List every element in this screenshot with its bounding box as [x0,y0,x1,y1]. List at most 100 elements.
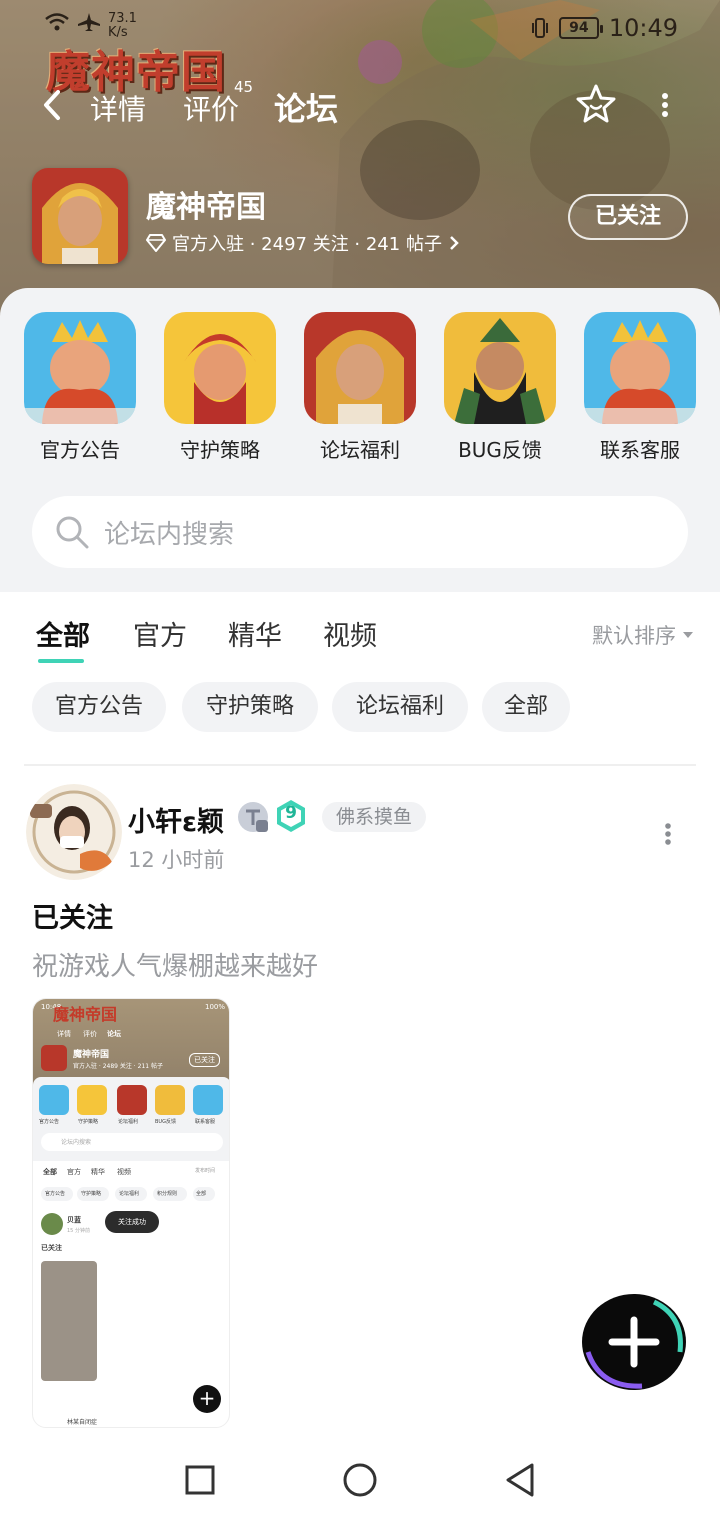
search-placeholder: 论坛内搜索 [104,519,235,550]
wifi-icon [45,13,69,31]
category-chips: 官方公告 守护策略 论坛福利 全部 [32,682,692,734]
shortcut-label: 守护策略 [180,438,260,462]
screenshot-shortcut-icon [39,1085,69,1115]
chip-strategy[interactable]: 守护策略 [182,682,318,732]
screenshot-tab: 论坛 [107,1030,121,1038]
back-arrow-icon[interactable] [38,88,68,122]
game-meta-text: 官方入驻 · 2497 关注 · 241 帖子 [172,234,442,255]
airplane-icon [78,13,100,31]
filter-tab-video[interactable]: 视频 [323,614,377,653]
screenshot-shortcut-label: 论坛福利 [118,1119,139,1125]
screenshot-plus-icon: + [193,1385,221,1413]
post-time: 12 小时前 [128,848,225,872]
post-title[interactable]: 已关注 [32,896,113,935]
screenshot-shortcut-label: BUG反馈 [155,1119,176,1125]
battery-indicator: 94 [558,17,603,39]
screenshot-shortcut-label: 官方公告 [39,1119,60,1125]
screenshot-avatar [41,1213,63,1235]
shortcut-label: 联系客服 [600,438,680,462]
warrior-portrait-icon [164,312,276,424]
post-filter-tabs: 全部 官方 精华 视频 默认排序 [0,592,720,672]
screenshot-logo: 魔神帝国 [53,1005,118,1024]
screenshot-filter-tab: 视频 [117,1168,131,1176]
screenshot-next-author: 林某自闭症 [67,1419,98,1426]
emperor-portrait-icon [32,168,128,264]
screenshot-filter-tab: 全部 [43,1168,57,1176]
screenshot-game-icon [41,1045,67,1071]
review-count-badge: 45 [234,78,254,96]
screenshot-search-placeholder: 论坛内搜索 [61,1139,92,1146]
screenshot-post-title: 已关注 [41,1244,62,1252]
verified-t-badge-icon [238,802,268,832]
avatar[interactable] [26,784,122,880]
screenshot-filter-tab: 精华 [91,1168,105,1176]
general-portrait-icon [444,312,556,424]
shortcut-row: 官方公告 守护策略 论坛福利 BUG反馈 联系客服 [24,312,704,472]
chip-benefits[interactable]: 论坛福利 [332,682,468,732]
tab-reviews[interactable]: 评价 [183,88,239,128]
shortcut-label: 论坛福利 [320,438,400,462]
screenshot-game-name: 魔神帝国 [73,1050,110,1060]
king-portrait-icon [24,312,136,424]
game-title: 魔神帝国 [146,190,266,225]
net-speed-value: 73.1 [108,11,137,26]
section-divider [24,764,696,766]
screenshot-shortcut-icon [193,1085,223,1115]
post-body[interactable]: 祝游戏人气爆棚越来越好 [32,946,318,983]
screenshot-filter-tab: 官方 [67,1168,81,1176]
screenshot-tab: 详情 [57,1030,71,1038]
recent-apps-icon[interactable] [182,1462,218,1498]
shortcut-official-notice[interactable]: 官方公告 [24,312,136,463]
diamond-icon [146,234,166,252]
status-time: 10:49 [608,14,678,42]
chip-official-notice[interactable]: 官方公告 [32,682,166,732]
filter-tab-featured[interactable]: 精华 [228,614,282,653]
screenshot-shortcut-icon [155,1085,185,1115]
shortcut-strategy[interactable]: 守护策略 [164,312,276,463]
screenshot-post-time: 15 分钟前 [67,1228,90,1234]
game-icon[interactable] [32,168,128,264]
caret-down-icon [683,632,693,638]
shortcut-bug-feedback[interactable]: BUG反馈 [444,312,556,463]
king-portrait-icon [584,312,696,424]
screenshot-sort: 发布时间 [195,1168,216,1174]
system-nav-bar [0,1440,720,1520]
more-vertical-icon[interactable] [656,820,680,848]
screenshot-follow: 已关注 [189,1053,220,1067]
tab-details[interactable]: 详情 [90,88,146,128]
shortcut-forum-benefits[interactable]: 论坛福利 [304,312,416,463]
screenshot-chip-label: 积分规则 [157,1191,178,1197]
follow-button[interactable]: 已关注 [568,194,688,240]
shortcut-customer-service[interactable]: 联系客服 [584,312,696,463]
star-face-icon[interactable] [574,82,618,126]
screenshot-chip-label: 全部 [196,1191,207,1197]
forum-shortcut-panel: 官方公告 守护策略 论坛福利 BUG反馈 联系客服 论坛内搜索 [0,288,720,592]
shortcut-label: 官方公告 [40,438,120,462]
back-triangle-icon[interactable] [502,1462,538,1498]
more-vertical-icon[interactable] [650,88,680,122]
game-info-row: 魔神帝国 官方入驻 · 2497 关注 · 241 帖子 已关注 [32,168,692,268]
shortcut-label: BUG反馈 [458,438,542,462]
create-post-button[interactable] [580,1292,688,1392]
game-header-banner: 73.1 K/s 94 10:49 魔神帝国 详情 评价 45 论坛 魔神帝国 … [0,0,720,330]
screenshot-battery: 100% [205,1003,226,1011]
game-meta[interactable]: 官方入驻 · 2497 关注 · 241 帖子 [146,230,460,256]
screenshot-toast: 关注成功 [105,1211,159,1233]
filter-tab-all[interactable]: 全部 [36,614,90,663]
sort-dropdown[interactable]: 默认排序 [592,620,694,650]
tab-forum[interactable]: 论坛 [274,84,339,130]
user-level-badge: 9 [274,798,308,834]
post-author[interactable]: 小轩ɛ颖 [128,800,224,839]
filter-tab-official[interactable]: 官方 [133,614,187,653]
forum-search-input[interactable]: 论坛内搜索 [32,496,688,568]
screenshot-shortcut-label: 守护策略 [78,1119,99,1125]
screenshot-shortcut-icon [117,1085,147,1115]
screenshot-post-image [41,1261,97,1381]
home-icon[interactable] [342,1462,378,1498]
screenshot-chip-label: 守护策略 [81,1191,102,1197]
screenshot-chip-label: 论坛福利 [119,1191,140,1197]
post-image[interactable]: 10:48 100% 魔神帝国 详情 评价 论坛 魔神帝国 官方入驻 · 248… [32,998,230,1428]
chip-all[interactable]: 全部 [482,682,570,732]
status-right: 94 10:49 [531,14,678,42]
screenshot-shortcut-label: 联系客服 [195,1119,216,1125]
